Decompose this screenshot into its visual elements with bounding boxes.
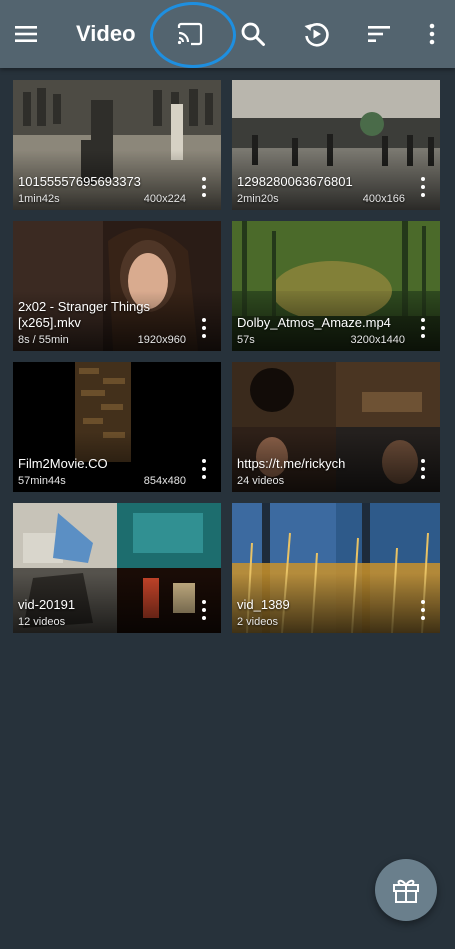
folder-title: vid-20191 [18,597,76,612]
media-item[interactable]: Dolby_Atmos_Amaze.mp4 57s 3200x1440 [232,221,440,351]
media-title: Film2Movie.CO [18,456,108,471]
more-vertical-icon[interactable] [195,315,213,341]
folder-title: vid_1389 [237,597,290,612]
sort-icon[interactable] [359,14,399,54]
folder-title: https://t.me/rickych [237,456,346,471]
folder-item[interactable]: vid_1389 2 videos [232,503,440,633]
media-item[interactable]: 10155557695693373 1min42s 400x224 [13,80,221,210]
more-vertical-icon[interactable] [195,456,213,482]
media-resolution: 400x166 [362,193,405,205]
media-duration: 8s / 55min [18,334,69,346]
folder-count: 24 videos [237,475,285,487]
gift-icon [393,879,419,903]
media-item[interactable]: Film2Movie.CO 57min44s 854x480 [13,362,221,492]
media-title: 10155557695693373 [18,174,141,189]
media-resolution: 400x224 [143,193,186,205]
more-vertical-icon[interactable] [414,174,432,200]
media-duration: 1min42s [18,193,60,205]
media-resolution: 1920x960 [137,334,186,346]
media-resolution: 854x480 [143,475,186,487]
folder-count: 2 videos [237,616,278,628]
more-vertical-icon[interactable] [195,174,213,200]
media-item[interactable]: 2x02 - Stranger Things [x265].mkv 8s / 5… [13,221,221,351]
folder-item[interactable]: vid-20191 12 videos [13,503,221,633]
folder-item[interactable]: https://t.me/rickych 24 videos [232,362,440,492]
gift-button[interactable] [375,859,437,921]
more-vertical-icon[interactable] [195,597,213,623]
media-title: 1298280063676801 [237,174,353,189]
more-vertical-icon[interactable] [414,456,432,482]
folder-count: 12 videos [18,616,66,628]
play-history-icon[interactable] [296,14,336,54]
app-bar: Video [0,0,455,68]
more-vertical-icon[interactable] [414,315,432,341]
media-duration: 2min20s [237,193,279,205]
media-resolution: 3200x1440 [350,334,405,346]
page-title: Video [76,21,136,46]
more-vertical-icon[interactable] [412,14,452,54]
search-icon[interactable] [233,14,273,54]
more-vertical-icon[interactable] [414,597,432,623]
hamburger-menu-icon[interactable] [6,14,46,54]
media-item[interactable]: 1298280063676801 2min20s 400x166 [232,80,440,210]
media-title: 2x02 - Stranger Things [x265].mkv [18,299,150,330]
media-duration: 57s [237,334,255,346]
cast-icon[interactable] [170,14,210,54]
media-duration: 57min44s [18,475,66,487]
media-title: Dolby_Atmos_Amaze.mp4 [237,315,391,330]
